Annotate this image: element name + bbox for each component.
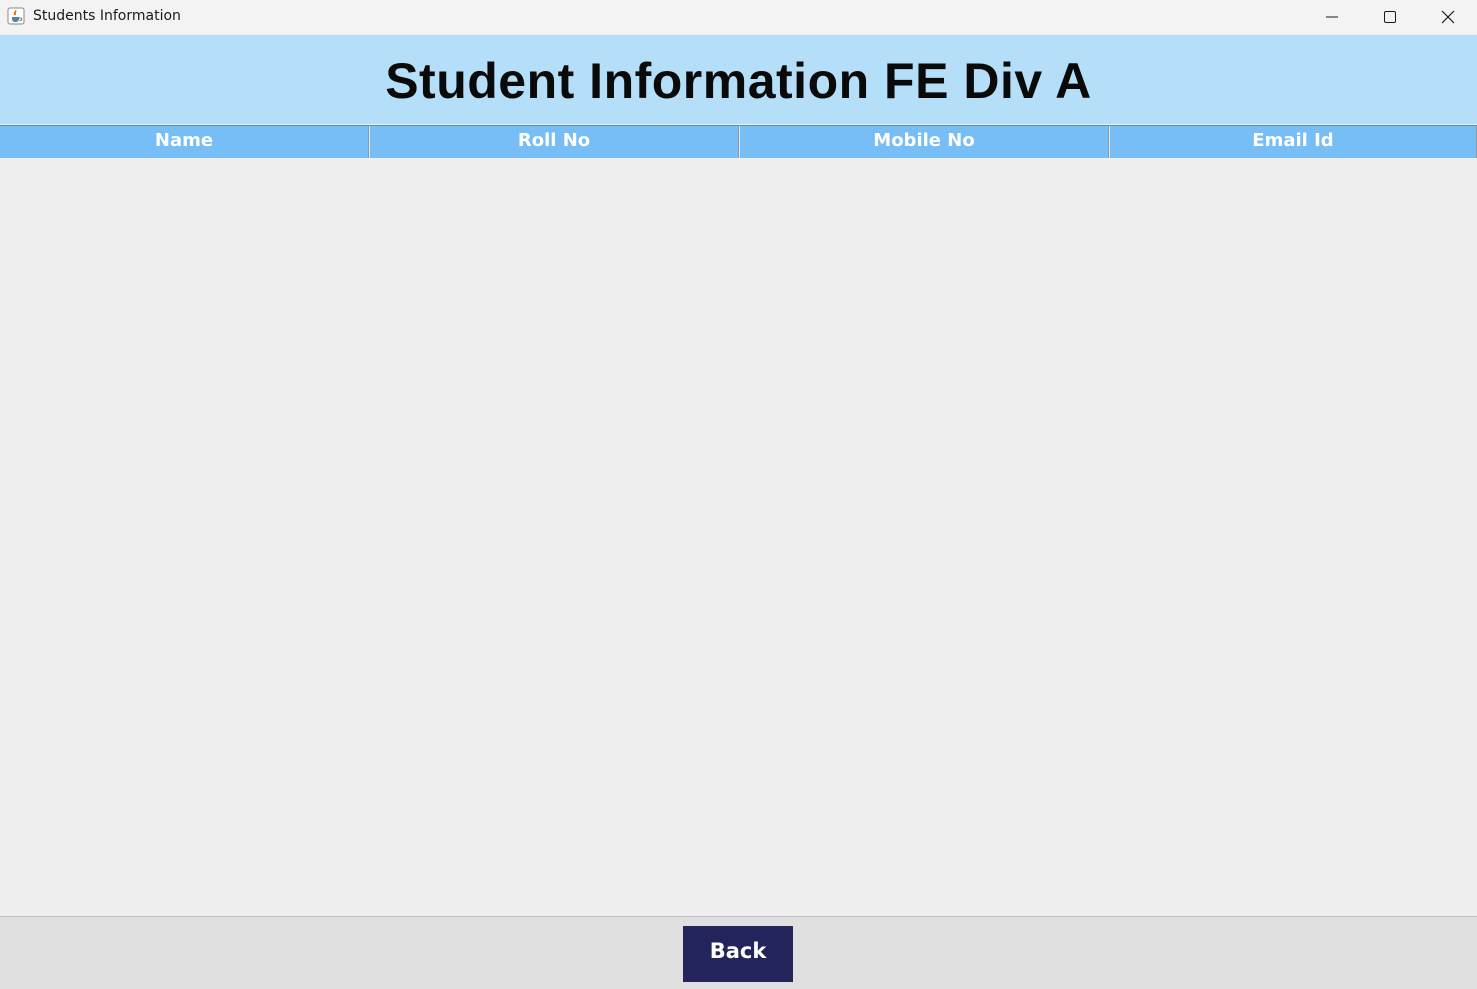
column-header-mobile-no[interactable]: Mobile No	[739, 126, 1109, 158]
table-header: Name Roll No Mobile No Email Id	[0, 125, 1477, 158]
back-button[interactable]: Back	[683, 926, 793, 982]
column-header-email-id[interactable]: Email Id	[1109, 126, 1477, 158]
maximize-icon	[1384, 11, 1396, 23]
java-cup-icon	[7, 7, 25, 25]
column-header-roll-no[interactable]: Roll No	[369, 126, 739, 158]
footer-panel: Back	[0, 916, 1477, 989]
app-window: Students Information Student Information…	[0, 0, 1477, 989]
column-header-name[interactable]: Name	[0, 126, 369, 158]
close-button[interactable]	[1419, 0, 1477, 34]
title-bar: Students Information	[0, 0, 1477, 34]
page-header: Student Information FE Div A	[0, 35, 1477, 124]
table-body[interactable]	[0, 158, 1477, 916]
page-title: Student Information FE Div A	[385, 52, 1092, 109]
minimize-icon	[1326, 16, 1338, 18]
minimize-button[interactable]	[1303, 0, 1361, 34]
window-title: Students Information	[33, 8, 181, 24]
maximize-button[interactable]	[1361, 0, 1419, 34]
close-icon	[1441, 10, 1455, 24]
